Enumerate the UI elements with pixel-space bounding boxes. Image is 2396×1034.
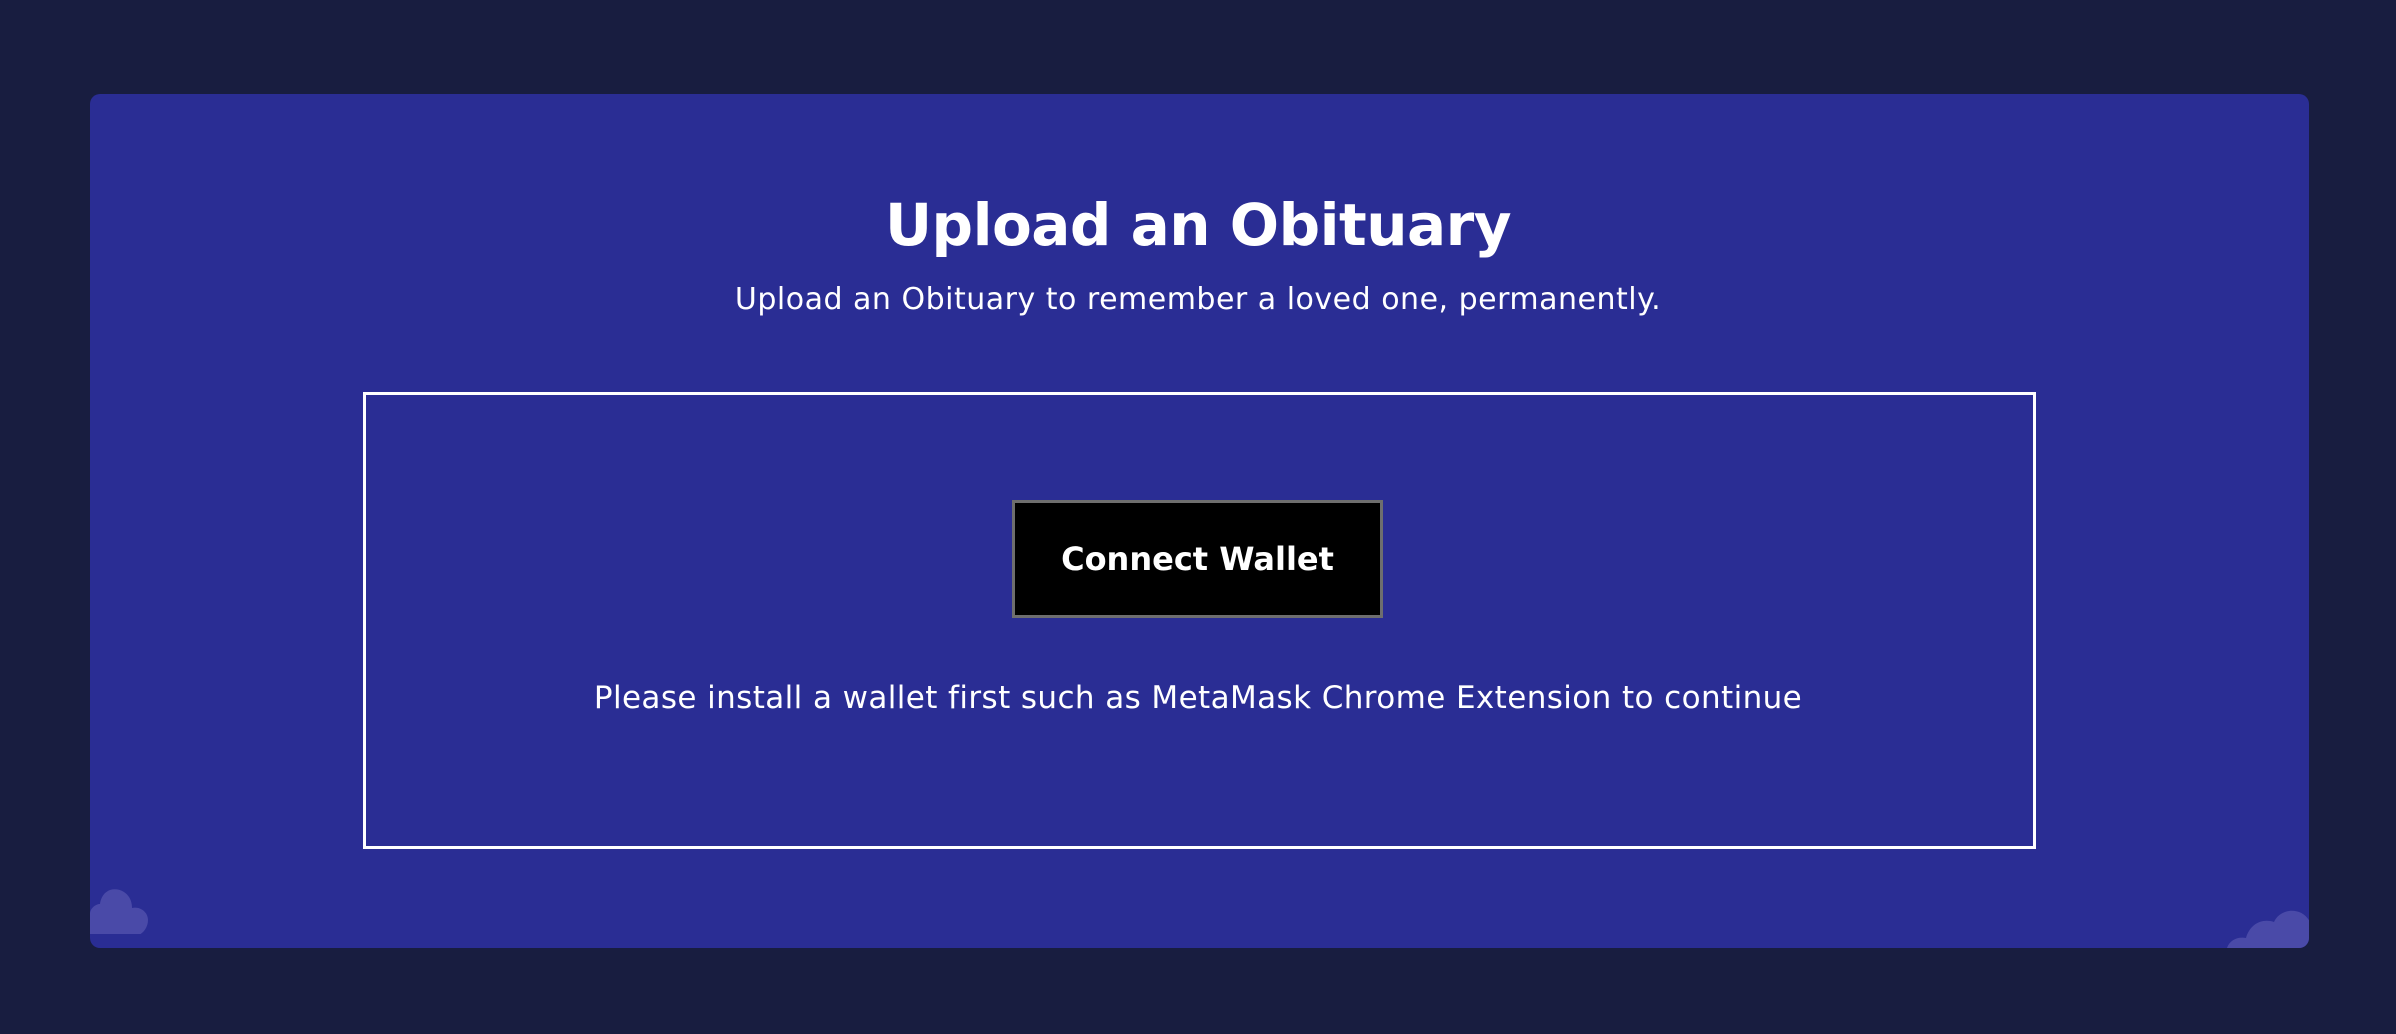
wallet-panel <box>363 392 2036 849</box>
wallet-install-notice: Please install a wallet first such as Me… <box>593 680 1803 716</box>
page-subtitle: Upload an Obituary to remember a loved o… <box>734 282 1662 317</box>
page-title: Upload an Obituary <box>884 191 1512 259</box>
cloud-icon <box>90 889 148 934</box>
connect-wallet-button[interactable]: Connect Wallet <box>1012 500 1383 618</box>
cloud-icon <box>2227 910 2309 948</box>
